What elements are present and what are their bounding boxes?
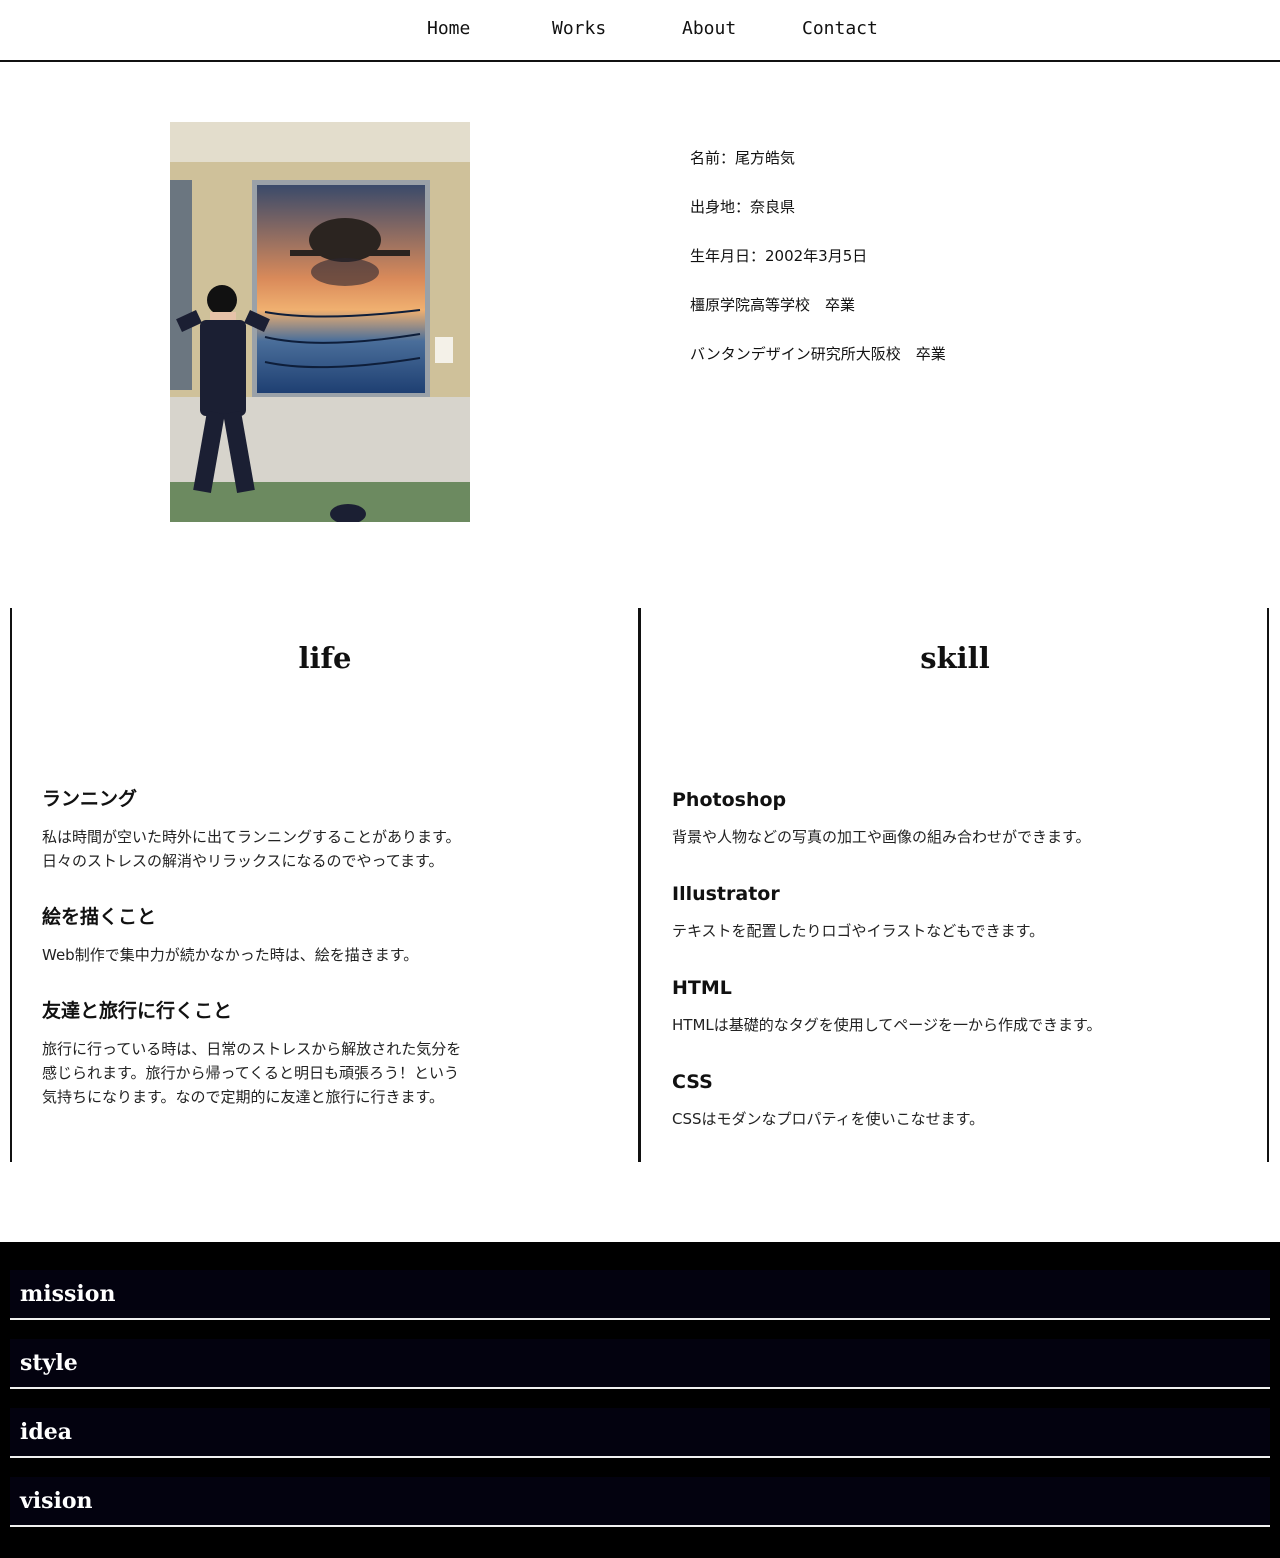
life-item-text: Web制作で集中力が続かなかった時は、絵を描きます。	[42, 946, 419, 964]
profile-birthday: 生年月日：2002年3月5日	[690, 247, 868, 265]
footer-item-style[interactable]: style	[10, 1339, 1270, 1389]
life-item-heading: ランニング	[42, 788, 138, 810]
life-title: life	[298, 641, 352, 675]
skill-item-text: HTMLは基礎的なタグを使用してページを一から作成できます。	[672, 1016, 1102, 1034]
skill-item-heading: HTML	[672, 977, 732, 999]
life-item-text: 旅行に行っている時は、日常のストレスから解放された気分を 感じられます。旅行から…	[42, 1040, 462, 1106]
nav-contact-link[interactable]: Contact	[802, 18, 878, 40]
skill-item-text: CSSはモダンなプロパティを使いこなせます。	[672, 1110, 985, 1128]
life-item-text: 私は時間が空いた時外に出てランニングすることがあります。 日々のストレスの解消や…	[42, 828, 461, 870]
skill-item-heading: Photoshop	[672, 789, 787, 811]
right-column-rule	[1267, 608, 1269, 1162]
profile-high-school: 橿原学院高等学校 卒業	[690, 296, 856, 314]
center-column-rule	[638, 608, 641, 1162]
profile-college: バンタンデザイン研究所大阪校 卒業	[690, 345, 946, 363]
left-column-rule	[10, 608, 12, 1162]
footer-item-idea[interactable]: idea	[10, 1408, 1270, 1458]
profile-birthplace: 出身地：奈良県	[690, 198, 796, 216]
nav-works-link[interactable]: Works	[552, 18, 606, 40]
profile-photo	[170, 122, 470, 522]
skill-title: skill	[920, 641, 990, 675]
nav-home-link[interactable]: Home	[427, 18, 470, 40]
nav-about-link[interactable]: About	[682, 18, 736, 40]
footer-item-label: mission	[20, 1281, 116, 1307]
skill-item-text: テキストを配置したりロゴやイラストなどもできます。	[672, 922, 1045, 940]
life-item-heading: 友達と旅行に行くこと	[42, 1000, 233, 1022]
footer-item-label: vision	[20, 1488, 93, 1514]
skill-item-heading: Illustrator	[672, 883, 780, 905]
site-footer: mission style idea vision	[0, 1242, 1280, 1558]
footer-item-mission[interactable]: mission	[10, 1270, 1270, 1320]
footer-item-label: style	[20, 1350, 78, 1376]
life-item-heading: 絵を描くこと	[42, 906, 157, 928]
skill-item-text: 背景や人物などの写真の加工や画像の組み合わせができます。	[672, 828, 1091, 846]
footer-item-label: idea	[20, 1419, 72, 1445]
site-header: Home Works About Contact	[0, 0, 1280, 62]
profile-name: 名前：尾方皓気	[690, 149, 796, 167]
footer-item-vision[interactable]: vision	[10, 1477, 1270, 1527]
skill-item-heading: CSS	[672, 1071, 713, 1093]
